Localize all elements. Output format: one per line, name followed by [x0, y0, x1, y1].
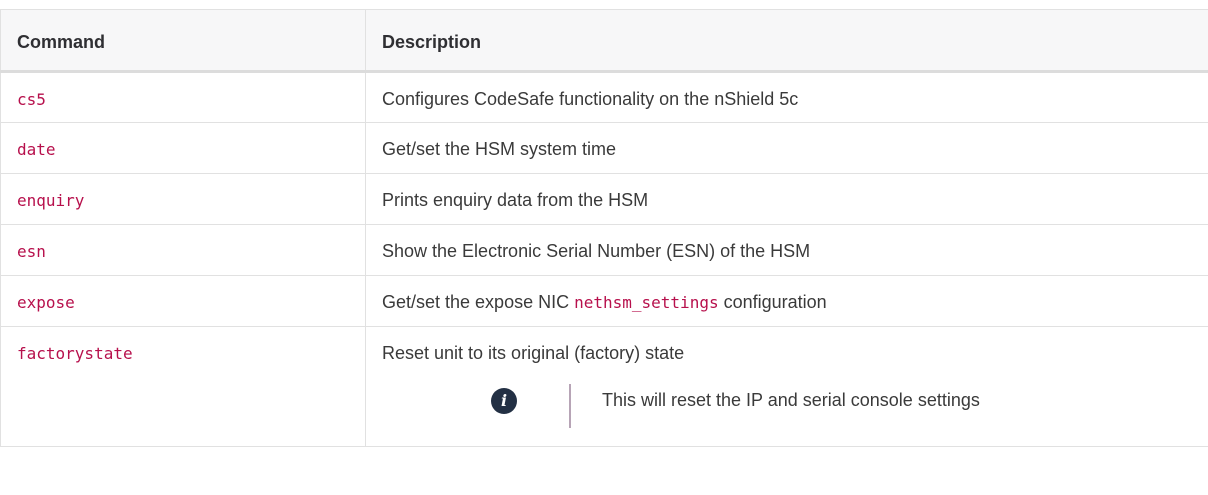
column-header-command: Command	[0, 9, 366, 73]
table-row: expose Get/set the expose NIC nethsm_set…	[0, 275, 1208, 327]
table-header-row: Command Description	[0, 9, 1208, 73]
table-row: esn Show the Electronic Serial Number (E…	[0, 224, 1208, 276]
command-code: factorystate	[17, 344, 133, 363]
table-row: cs5 Configures CodeSafe functionality on…	[0, 71, 1208, 123]
description-cell: Get/set the HSM system time	[365, 122, 1208, 174]
command-code: date	[17, 140, 56, 159]
inline-code: nethsm_settings	[574, 293, 719, 312]
description-cell: Get/set the expose NIC nethsm_settings c…	[365, 275, 1208, 327]
command-code: cs5	[17, 90, 46, 109]
command-code: esn	[17, 242, 46, 261]
command-code: expose	[17, 293, 75, 312]
command-code: enquiry	[17, 191, 85, 210]
description-suffix: configuration	[718, 292, 827, 312]
note-text: This will reset the IP and serial consol…	[602, 390, 980, 410]
description-cell: Configures CodeSafe functionality on the…	[365, 71, 1208, 123]
description-text: Reset unit to its original (factory) sta…	[382, 343, 685, 363]
column-header-description: Description	[365, 9, 1208, 73]
description-prefix: Get/set the expose NIC	[382, 292, 575, 312]
command-cell: expose	[0, 275, 366, 327]
command-cell: esn	[0, 224, 366, 276]
description-cell: Prints enquiry data from the HSM	[365, 173, 1208, 225]
command-cell: enquiry	[0, 173, 366, 225]
description-cell: Reset unit to its original (factory) sta…	[365, 326, 1208, 447]
info-icon: i	[491, 388, 517, 414]
description-cell: Show the Electronic Serial Number (ESN) …	[365, 224, 1208, 276]
admonition-divider	[569, 384, 571, 428]
table-row: date Get/set the HSM system time	[0, 122, 1208, 174]
commands-table-container: Command Description cs5 Configures CodeS…	[0, 9, 1208, 447]
table-row: enquiry Prints enquiry data from the HSM	[0, 173, 1208, 225]
command-cell: cs5	[0, 71, 366, 123]
command-cell: date	[0, 122, 366, 174]
commands-table: Command Description cs5 Configures CodeS…	[0, 9, 1208, 447]
command-cell: factorystate	[0, 326, 366, 447]
note-admonition: i This will reset the IP and serial cons…	[382, 384, 1193, 428]
table-row: factorystate Reset unit to its original …	[0, 326, 1208, 447]
